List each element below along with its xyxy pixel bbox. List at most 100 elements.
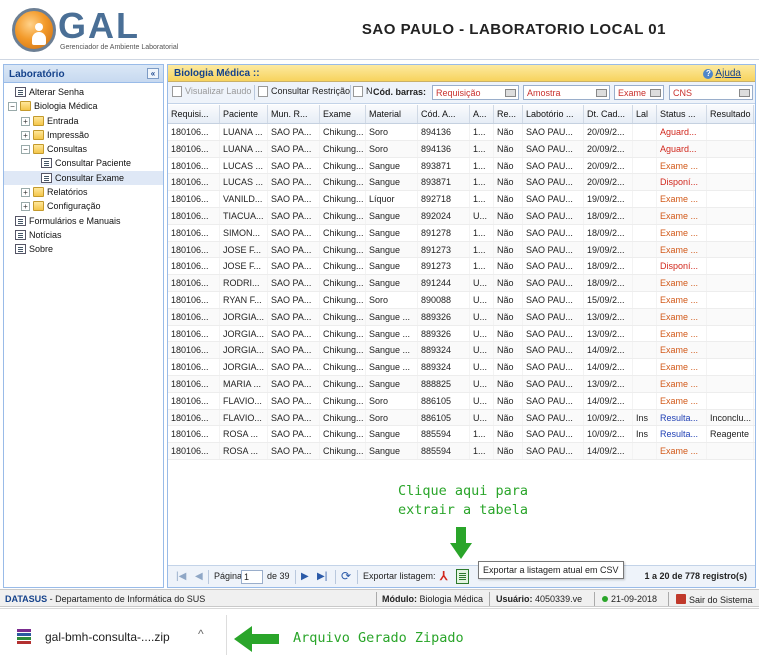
first-page-button[interactable]: |◀ bbox=[176, 571, 186, 582]
table-cell: JOSE F... bbox=[220, 241, 268, 258]
table-cell: U... bbox=[470, 342, 494, 359]
page-number-input[interactable]: 1 bbox=[241, 570, 263, 584]
consultar-restricao-button[interactable]: Consultar Restrição bbox=[258, 86, 351, 98]
sidebar-item-consultar-paciente[interactable]: Consultar Paciente bbox=[4, 156, 163, 170]
table-row[interactable]: 180106... LUCAS ... SAO PA... Chikung... San… bbox=[168, 157, 755, 175]
sidebar-item-consultar-exame[interactable]: Consultar Exame bbox=[4, 170, 163, 186]
requisicao-input[interactable]: Requisição bbox=[432, 85, 519, 100]
collapse-sidebar-button[interactable]: « bbox=[147, 68, 159, 79]
table-cell: Líquor bbox=[366, 191, 418, 207]
table-row[interactable]: 180106... SIMON... SAO PA... Chikung... Sang… bbox=[168, 224, 755, 242]
collapse-icon[interactable]: − bbox=[21, 145, 30, 155]
expand-icon[interactable]: + bbox=[21, 188, 30, 198]
sidebar-item-noticias[interactable]: Notícias bbox=[4, 228, 163, 242]
document-icon bbox=[15, 244, 26, 255]
collapse-icon[interactable]: − bbox=[8, 102, 17, 112]
table-cell: ROSA ... bbox=[220, 426, 268, 443]
download-filename[interactable]: gal-bmh-consulta-....zip bbox=[45, 630, 170, 644]
table-cell bbox=[707, 241, 754, 258]
column-header[interactable]: Dt. Cad... bbox=[584, 105, 633, 123]
table-cell: Não bbox=[494, 359, 523, 375]
sidebar-item-biologia-medica[interactable]: − Biologia Médica bbox=[4, 99, 163, 113]
arrow-left-icon bbox=[234, 626, 279, 652]
table-cell: Não bbox=[494, 375, 523, 392]
column-header[interactable]: Re... bbox=[494, 105, 523, 123]
table-cell: SAO PA... bbox=[268, 392, 320, 409]
table-row[interactable]: 180106... FLAVIO... SAO PA... Chikung... Sor… bbox=[168, 392, 755, 410]
download-options-chevron-icon[interactable]: ^ bbox=[198, 627, 204, 641]
table-row[interactable]: 180106... JORGIA... SAO PA... Chikung... San… bbox=[168, 325, 755, 343]
table-cell: JORGIA... bbox=[220, 342, 268, 359]
table-cell: SAO PA... bbox=[268, 375, 320, 392]
sidebar-item-formularios-e-manuais[interactable]: Formulários e Manuais bbox=[4, 214, 163, 228]
column-header[interactable]: Labotório ... bbox=[523, 105, 584, 123]
table-cell: 180106... bbox=[168, 124, 220, 140]
refresh-button[interactable]: ⟳ bbox=[341, 569, 351, 583]
table-row[interactable]: 180106... JORGIA... SAO PA... Chikung... San… bbox=[168, 359, 755, 376]
cns-input[interactable]: CNS bbox=[669, 85, 753, 100]
prev-page-button[interactable]: ◀ bbox=[195, 571, 203, 582]
status-cell: Exame ... bbox=[657, 325, 707, 342]
table-row[interactable]: 180106... LUANA ... SAO PA... Chikung... Sor… bbox=[168, 124, 755, 141]
sidebar-item-label: Consultar Paciente bbox=[55, 158, 132, 169]
column-header[interactable]: A... bbox=[470, 105, 494, 123]
table-row[interactable]: 180106... FLAVIO... SAO PA... Chikung... Sor… bbox=[168, 409, 755, 427]
table-row[interactable]: 180106... JOSE F... SAO PA... Chikung... San… bbox=[168, 241, 755, 259]
consultar-restricao-label: Consultar Restrição bbox=[271, 86, 351, 96]
table-row[interactable]: 180106... RYAN F... SAO PA... Chikung... Sor… bbox=[168, 291, 755, 309]
table-row[interactable]: 180106... LUCAS ... SAO PA... Chikung... San… bbox=[168, 174, 755, 192]
table-row[interactable]: 180106... VANILD... SAO PA... Chikung... Líq… bbox=[168, 191, 755, 208]
column-header[interactable]: Cód. A... bbox=[418, 105, 470, 123]
table-cell bbox=[707, 224, 754, 241]
column-header[interactable]: Resultado bbox=[707, 105, 754, 123]
sidebar-item-configuracao[interactable]: + Configuração bbox=[4, 199, 163, 213]
expand-icon[interactable]: + bbox=[21, 202, 30, 212]
sidebar-item-alterar-senha[interactable]: Alterar Senha bbox=[4, 85, 163, 99]
table-cell: Sangue ... bbox=[366, 359, 418, 375]
csv-export-icon[interactable] bbox=[456, 569, 469, 584]
table-row[interactable]: 180106... MARIA ... SAO PA... Chikung... San… bbox=[168, 375, 755, 393]
column-header[interactable]: Exame bbox=[320, 105, 366, 123]
table-row[interactable]: 180106... JOSE F... SAO PA... Chikung... San… bbox=[168, 258, 755, 276]
table-cell: Não bbox=[494, 443, 523, 459]
help-link[interactable]: ? Ajuda bbox=[703, 68, 741, 79]
column-header[interactable]: Lal bbox=[633, 105, 657, 123]
table-cell: TIACUA... bbox=[220, 207, 268, 224]
pdf-export-icon[interactable]: ⅄ bbox=[440, 570, 452, 583]
table-cell: Não bbox=[494, 174, 523, 191]
pagination-bar: |◀ ◀ Página 1 de 39 ▶ ▶| ⟳ Exportar list… bbox=[168, 561, 755, 587]
column-header[interactable]: Paciente bbox=[220, 105, 268, 123]
column-header[interactable]: Material bbox=[366, 105, 418, 123]
exame-input[interactable]: Exame bbox=[614, 85, 664, 100]
expand-icon[interactable]: + bbox=[21, 116, 30, 126]
sidebar-item-sobre[interactable]: Sobre bbox=[4, 242, 163, 256]
table-row[interactable]: 180106... ROSA ... SAO PA... Chikung... Sang… bbox=[168, 426, 755, 444]
table-row[interactable]: 180106... LUANA ... SAO PA... Chikung... Sor… bbox=[168, 140, 755, 158]
sidebar-item-relatorios[interactable]: + Relatórios bbox=[4, 185, 163, 199]
exit-button[interactable]: Sair do Sistema bbox=[676, 594, 753, 605]
table-cell: SAO PAU... bbox=[523, 426, 584, 443]
table-row[interactable]: 180106... RODRI... SAO PA... Chikung... Sang… bbox=[168, 275, 755, 292]
table-row[interactable]: 180106... JORGIA... SAO PA... Chikung... San… bbox=[168, 308, 755, 326]
table-cell: 19/09/2... bbox=[584, 241, 633, 258]
column-header[interactable]: Requisi... bbox=[168, 105, 220, 123]
sidebar-item-consultas[interactable]: − Consultas bbox=[4, 142, 163, 156]
next-page-button[interactable]: ▶ bbox=[301, 571, 309, 582]
amostra-input[interactable]: Amostra bbox=[523, 85, 610, 100]
table-row[interactable]: 180106... JORGIA... SAO PA... Chikung... San… bbox=[168, 342, 755, 360]
sidebar-item-entrada[interactable]: + Entrada bbox=[4, 114, 163, 128]
table-cell bbox=[633, 375, 657, 392]
table-row[interactable]: 180106... TIACUA... SAO PA... Chikung... San… bbox=[168, 207, 755, 225]
n-button[interactable]: N bbox=[353, 86, 373, 98]
sidebar-item-impressao[interactable]: + Impressão bbox=[4, 128, 163, 142]
visualizar-laudo-button[interactable]: Visualizar Laudo bbox=[172, 86, 251, 98]
column-header[interactable]: Mun. R... bbox=[268, 105, 320, 123]
table-cell: Soro bbox=[366, 124, 418, 140]
last-page-button[interactable]: ▶| bbox=[317, 571, 327, 582]
table-row[interactable]: 180106... ROSA ... SAO PA... Chikung... Sang… bbox=[168, 443, 755, 460]
table-cell bbox=[707, 325, 754, 342]
grid-toolbar: Visualizar Laudo Consultar Restrição N C… bbox=[168, 82, 755, 104]
grid-body: 180106... LUANA ... SAO PA... Chikung... Sor… bbox=[168, 124, 755, 460]
expand-icon[interactable]: + bbox=[21, 130, 30, 140]
column-header[interactable]: Status ... bbox=[657, 105, 707, 123]
